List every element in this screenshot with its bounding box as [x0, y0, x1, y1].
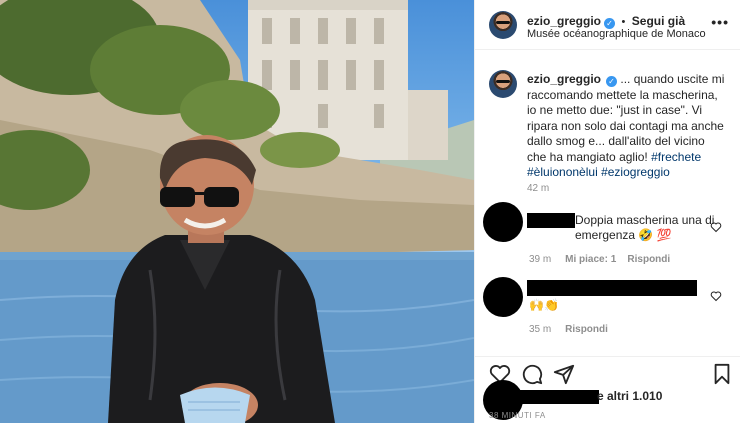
post-time-ago[interactable]: 38 MINUTI FA	[489, 411, 546, 420]
verified-badge-icon: ✓	[606, 76, 618, 87]
post-photo-illustration	[0, 0, 474, 423]
like-comment-heart-icon[interactable]	[710, 221, 722, 233]
comment-time[interactable]: 39 m	[529, 254, 551, 265]
bookmark-icon[interactable]	[711, 363, 733, 385]
location-link[interactable]: Musée océanographique de Monaco	[527, 28, 706, 40]
redacted-avatar	[483, 202, 523, 242]
header-username[interactable]: ezio_greggio	[527, 14, 601, 28]
following-button[interactable]: Segui già	[632, 14, 685, 28]
post-photo[interactable]	[0, 0, 474, 423]
redacted-avatar	[483, 277, 523, 317]
comment-meta: 35 m Rispondi	[529, 324, 608, 335]
caption-username[interactable]: ezio_greggio	[527, 72, 601, 86]
share-icon[interactable]	[553, 363, 575, 385]
redacted-username	[527, 280, 697, 296]
comment-meta: 39 m Mi piace: 1 Rispondi	[529, 254, 670, 265]
post-caption: ezio_greggio ✓ ... quando uscite mi racco…	[527, 72, 727, 181]
comment-time[interactable]: 35 m	[529, 324, 551, 335]
caption-avatar[interactable]	[489, 70, 517, 98]
redacted-username	[527, 213, 575, 228]
comment-text: Doppia mascherina una di emergenza 🤣 💯	[575, 213, 715, 242]
likes-count[interactable]: e altri 1.010	[597, 389, 662, 403]
avatar[interactable]	[489, 11, 517, 39]
separator-dot: •	[621, 16, 626, 28]
reply-button[interactable]: Rispondi	[565, 324, 608, 335]
reply-button[interactable]: Rispondi	[627, 254, 670, 265]
caption-time[interactable]: 42 m	[527, 183, 549, 194]
comment-likes[interactable]: Mi piace: 1	[565, 254, 616, 265]
redacted-liker	[519, 390, 599, 404]
more-options-icon[interactable]: •••	[711, 14, 729, 30]
comment-icon[interactable]	[521, 363, 543, 385]
like-comment-heart-icon[interactable]	[710, 290, 722, 302]
post-panel: ezio_greggio ✓ • Segui già Musée océanogr…	[474, 0, 740, 423]
post-header: ezio_greggio ✓ • Segui già Musée océanogr…	[475, 0, 740, 50]
hashtag-link[interactable]: #eziogreggio	[601, 165, 670, 179]
hashtag-link[interactable]: #èluiononèlui	[527, 165, 598, 179]
hashtag-link[interactable]: #frechete	[651, 150, 701, 164]
comment-text: 🙌👏	[529, 298, 559, 312]
